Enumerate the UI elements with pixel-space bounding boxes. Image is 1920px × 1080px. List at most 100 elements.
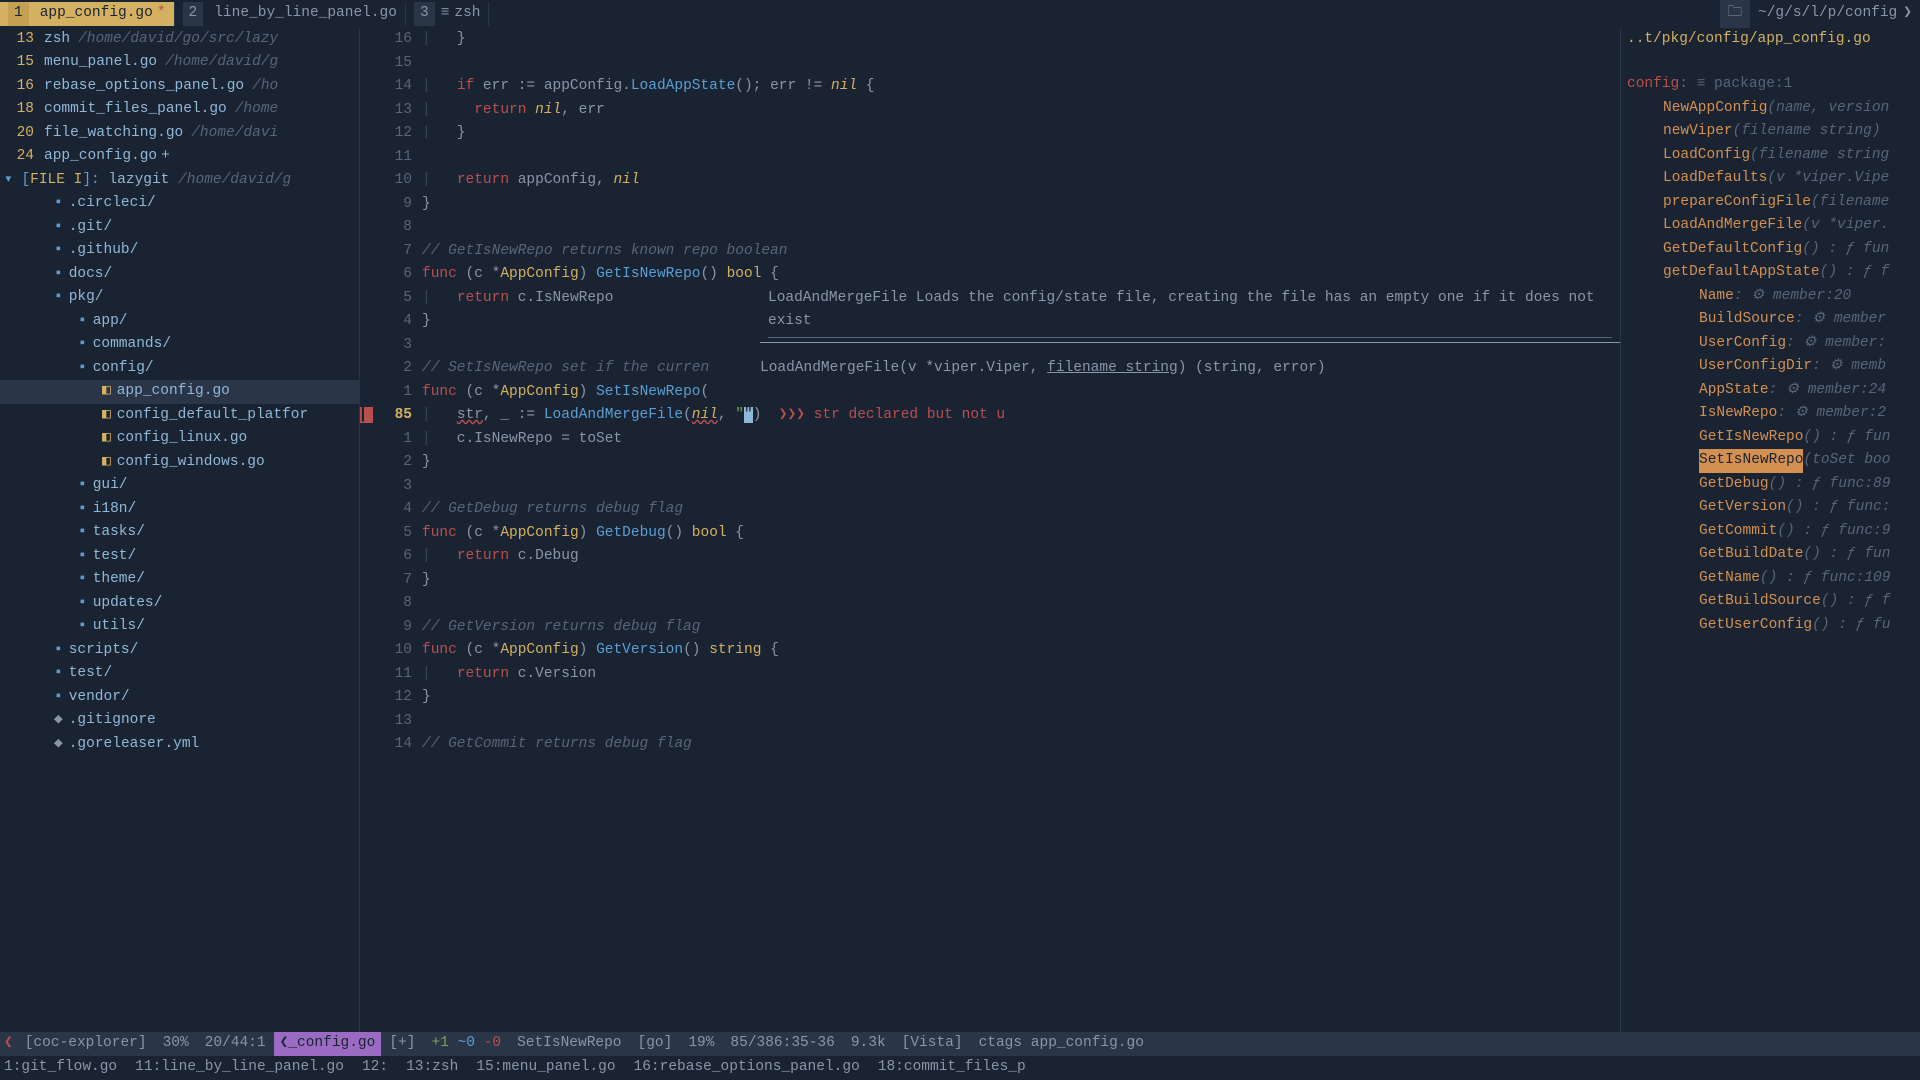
line-number: 11 [360,146,412,169]
tree-folder[interactable]: ▪scripts/ [0,639,359,662]
code-line[interactable]: func (c *AppConfig) GetIsNewRepo() bool … [422,263,1620,286]
tab[interactable]: 2line_by_line_panel.go [175,2,406,25]
outline-item[interactable]: GetUserConfig() : ƒ fu [1627,614,1920,637]
buffer-tab[interactable]: 15:menu_panel.go [476,1056,615,1079]
buffer-tab[interactable]: 18:commit_files_p [878,1056,1026,1079]
outline-item[interactable]: GetVersion() : ƒ func: [1627,496,1920,519]
code-line[interactable]: // GetIsNewRepo returns known repo boole… [422,240,1620,263]
signature-tooltip: LoadAndMergeFile Loads the config/state … [760,287,1620,344]
signature-line: LoadAndMergeFile(v *viper.Viper, filenam… [760,357,1326,380]
code-line[interactable]: | if err := appConfig.LoadAppState(); er… [422,75,1620,98]
line-number: 7 [360,240,412,263]
tree-file[interactable]: ◧app_config.go [0,380,359,403]
outline-item[interactable]: GetDebug() : ƒ func:89 [1627,473,1920,496]
outline-item[interactable]: NewAppConfig(name, version [1627,97,1920,120]
outline-item[interactable]: BuildSource : ⚙ member [1627,308,1920,331]
status-diff-add: +1 [431,1035,448,1051]
code-line[interactable]: // GetVersion returns debug flag [422,616,1620,639]
outline-item[interactable]: GetName() : ƒ func:109 [1627,567,1920,590]
buffer-item[interactable]: 16rebase_options_panel.go/ho [0,75,359,98]
tree-file[interactable]: ◆.goreleaser.yml [0,733,359,756]
explorer-pane[interactable]: 13zsh/home/david/go/src/lazy15menu_panel… [0,28,360,1032]
buffer-item[interactable]: 18commit_files_panel.go/home [0,98,359,121]
buffer-tab[interactable]: 11:line_by_line_panel.go [135,1056,344,1079]
folder-icon: ▪ [78,568,87,591]
code-line[interactable]: | } [422,28,1620,51]
status-pos-right: 85/386:35-36 [722,1032,842,1055]
buffer-tab[interactable]: 13:zsh [406,1056,458,1079]
outline-item[interactable]: LoadAndMergeFile(v *viper. [1627,214,1920,237]
tree-file[interactable]: ◧config_default_platfor [0,404,359,427]
outline-item[interactable]: GetBuildSource() : ƒ f [1627,590,1920,613]
code-line[interactable]: } [422,451,1620,474]
outline-item[interactable]: GetBuildDate() : ƒ fun [1627,543,1920,566]
outline-item[interactable]: UserConfigDir : ⚙ memb [1627,355,1920,378]
folder-icon: 🗀 [1720,0,1751,27]
code-line[interactable]: } [422,193,1620,216]
tree-folder[interactable]: ▪test/ [0,662,359,685]
buffer-tab[interactable]: 1:git_flow.go [4,1056,117,1079]
buffer-item[interactable]: 24app_config.go+ [0,145,359,168]
outline-item[interactable]: getDefaultAppState() : ƒ f [1627,261,1920,284]
tree-folder[interactable]: ▪.circleci/ [0,192,359,215]
outline-item[interactable]: AppState : ⚙ member:24 [1627,379,1920,402]
outline-item[interactable]: GetDefaultConfig() : ƒ fun [1627,238,1920,261]
tree-folder[interactable]: ▪utils/ [0,615,359,638]
outline-item[interactable]: GetIsNewRepo() : ƒ fun [1627,426,1920,449]
code-line[interactable]: | return c.Version [422,663,1620,686]
code-line[interactable]: | str, _ := LoadAndMergeFile(nil, "") ❯❯… [422,404,1620,427]
code-line[interactable]: func (c *AppConfig) GetDebug() bool { [422,522,1620,545]
code-line[interactable]: func (c *AppConfig) GetVersion() string … [422,639,1620,662]
tree-file[interactable]: ◆.gitignore [0,709,359,732]
outline-item[interactable]: SetIsNewRepo(toSet boo [1627,449,1920,472]
outline-item[interactable]: UserConfig : ⚙ member: [1627,332,1920,355]
tree-folder[interactable]: ▪commands/ [0,333,359,356]
status-lang: [go] [630,1032,681,1055]
code-line[interactable]: } [422,686,1620,709]
tree-folder[interactable]: ▪vendor/ [0,686,359,709]
tree-folder[interactable]: ▪i18n/ [0,498,359,521]
code-line[interactable]: | return nil, err [422,99,1620,122]
outline-item[interactable]: LoadConfig(filename string [1627,144,1920,167]
outline-item[interactable]: newViper(filename string) [1627,120,1920,143]
tree-folder[interactable]: ▪updates/ [0,592,359,615]
code-line[interactable]: | } [422,122,1620,145]
buffer-item[interactable]: 20file_watching.go/home/davi [0,122,359,145]
code-line[interactable]: | c.IsNewRepo = toSet [422,428,1620,451]
code-line[interactable]: func (c *AppConfig) SetIsNewRepo( [422,381,1620,404]
tree-folder[interactable]: ▪docs/ [0,263,359,286]
outline-item[interactable]: prepareConfigFile(filename [1627,191,1920,214]
tab-path-arrow: ❯ [1903,2,1912,25]
tree-folder[interactable]: ▪pkg/ [0,286,359,309]
buffer-tab[interactable]: 16:rebase_options_panel.go [634,1056,860,1079]
outline-item[interactable]: Name : ⚙ member:20 [1627,285,1920,308]
buffer-item[interactable]: 15menu_panel.go/home/david/g [0,51,359,74]
tree-folder[interactable]: ▪config/ [0,357,359,380]
tree-folder[interactable]: ▪gui/ [0,474,359,497]
tab[interactable]: 3≡zsh [406,2,490,25]
buffer-item[interactable]: 13zsh/home/david/go/src/lazy [0,28,359,51]
line-number: 1 [360,381,412,404]
tree-file[interactable]: ◧config_windows.go [0,451,359,474]
code-line[interactable]: | return appConfig, nil [422,169,1620,192]
tab[interactable]: 1app_config.go* [0,2,175,25]
outline-item[interactable]: IsNewRepo : ⚙ member:2 [1627,402,1920,425]
tree-file[interactable]: ◧config_linux.go [0,427,359,450]
tree-folder[interactable]: ▪.github/ [0,239,359,262]
code-line[interactable]: // GetCommit returns debug flag [422,733,1620,756]
code-line[interactable]: } [422,569,1620,592]
code-line[interactable]: // GetDebug returns debug flag [422,498,1620,521]
folder-icon: ▪ [78,474,87,497]
code-line[interactable]: | return c.Debug [422,545,1620,568]
folder-icon: ▪ [78,615,87,638]
code-editor[interactable]: 1615141312111098765432185123456789101112… [360,28,1620,1032]
tree-folder[interactable]: ▪tasks/ [0,521,359,544]
outline-item[interactable]: LoadDefaults(v *viper.Vipe [1627,167,1920,190]
tree-folder[interactable]: ▪.git/ [0,216,359,239]
tree-folder[interactable]: ▪test/ [0,545,359,568]
outline-pane[interactable]: ..t/pkg/config/app_config.go config : ≡ … [1620,28,1920,1032]
buffer-tab[interactable]: 12: [362,1056,388,1079]
outline-item[interactable]: GetCommit() : ƒ func:9 [1627,520,1920,543]
tree-folder[interactable]: ▪theme/ [0,568,359,591]
tree-folder[interactable]: ▪app/ [0,310,359,333]
